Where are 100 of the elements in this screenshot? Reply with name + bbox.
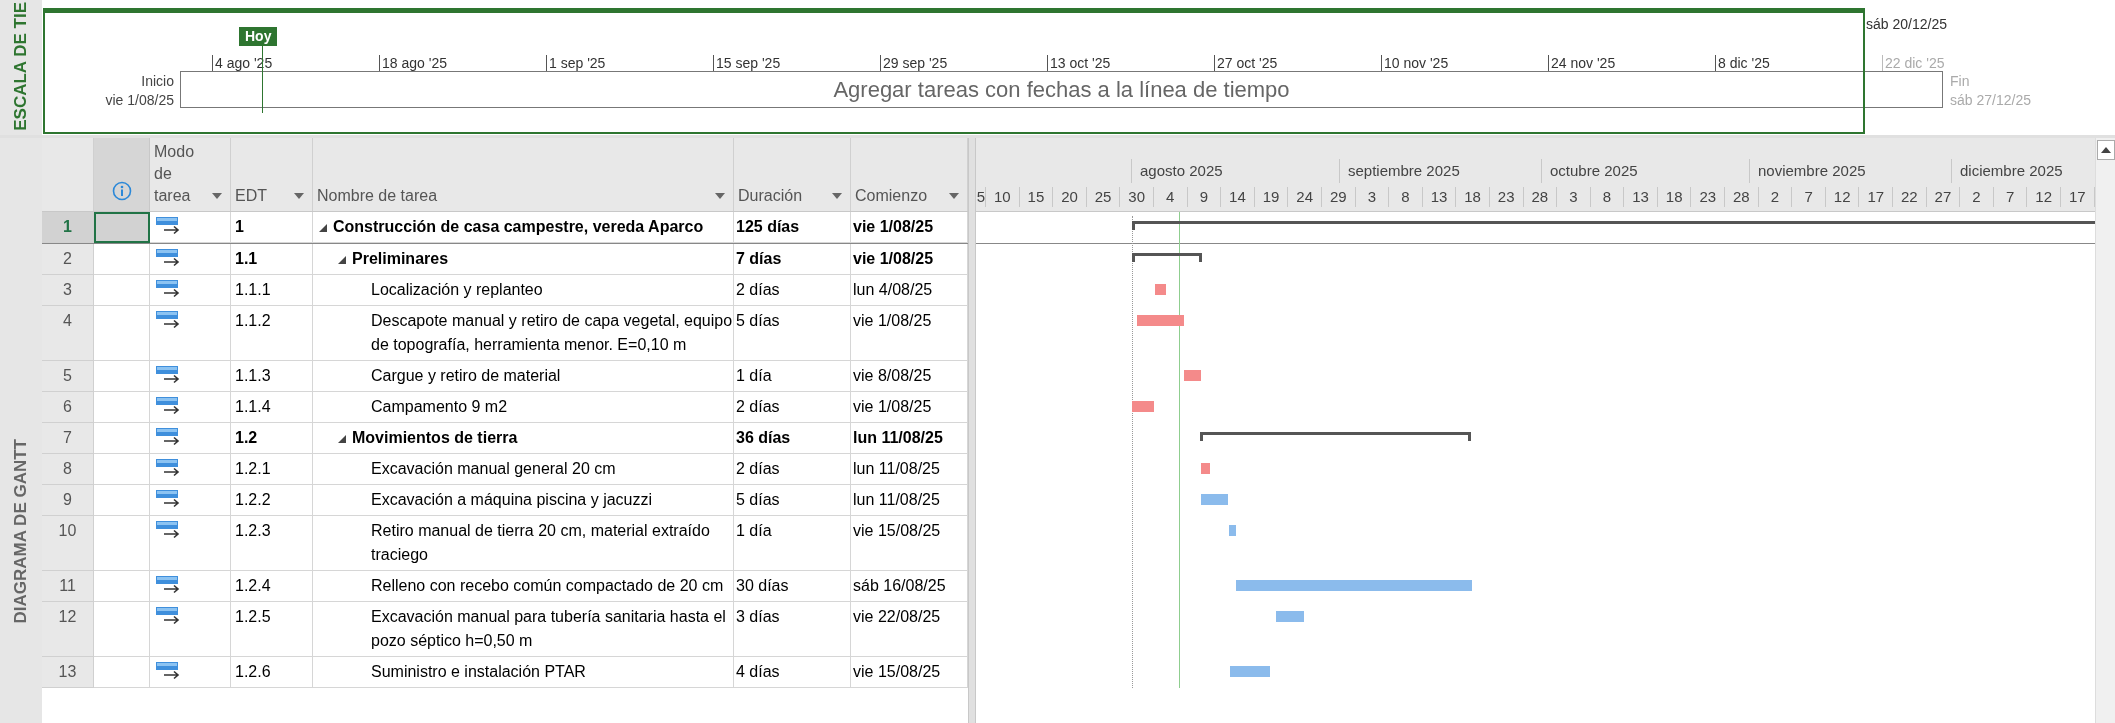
- month-label: diciembre 2025: [1960, 160, 2063, 181]
- task-wbs: 1.2.2: [235, 491, 271, 508]
- vertical-scrollbar[interactable]: [2095, 138, 2115, 723]
- day-label: 12: [1833, 186, 1851, 207]
- task-mode-icon: [156, 365, 182, 385]
- collapse-icon[interactable]: [338, 435, 346, 443]
- collapse-icon[interactable]: [319, 224, 327, 232]
- task-wbs: 1.1.3: [235, 367, 271, 384]
- month-label: octubre 2025: [1550, 160, 1638, 181]
- pane-splitter[interactable]: [968, 138, 976, 723]
- month-label: agosto 2025: [1140, 160, 1223, 181]
- task-name: Campamento 9 m2: [371, 397, 508, 417]
- view-end-date: sáb 20/12/25: [1866, 15, 1947, 34]
- column-header[interactable]: Duración: [734, 138, 851, 211]
- caret-icon: [949, 193, 959, 199]
- row-number[interactable]: 5: [42, 361, 94, 392]
- task-duration: 125 días: [736, 218, 800, 235]
- row-number[interactable]: 9: [42, 485, 94, 516]
- side-label: DIAGRAMA DE GANTT: [10, 438, 32, 623]
- timeline-bar[interactable]: Agregar tareas con fechas a la línea de tiempo: [180, 71, 1943, 108]
- column-header[interactable]: EDT: [231, 138, 313, 211]
- task-bar[interactable]: [1155, 284, 1166, 295]
- timeline-tick-label: 22 dic '25: [1885, 53, 1945, 73]
- timeline-tick-label: 24 nov '25: [1551, 53, 1616, 73]
- day-label: 25: [1094, 186, 1112, 207]
- row-number[interactable]: 4: [42, 306, 94, 361]
- timeline-tick-label: 29 sep '25: [883, 53, 948, 73]
- task-start: vie 1/08/25: [853, 312, 932, 329]
- column-header[interactable]: Modo de tarea: [150, 138, 231, 211]
- task-wbs: 1.1.4: [235, 398, 271, 415]
- task-name: Excavación manual general 20 cm: [371, 459, 616, 479]
- task-name: Retiro manual de tierra 20 cm, material extraído traciego: [371, 521, 711, 565]
- row-number[interactable]: 1: [42, 212, 94, 243]
- row-number[interactable]: 13: [42, 657, 94, 688]
- task-mode-icon: [156, 216, 182, 236]
- day-label: 3: [1367, 186, 1376, 207]
- month-label: septiembre 2025: [1348, 160, 1460, 181]
- caret-icon: [832, 193, 842, 199]
- task-mode-icon: [156, 279, 182, 299]
- row-number[interactable]: 8: [42, 454, 94, 485]
- row-number[interactable]: 6: [42, 392, 94, 423]
- task-bar[interactable]: [1184, 370, 1201, 381]
- task-wbs: 1.1.2: [235, 312, 271, 329]
- scroll-up-icon[interactable]: [2096, 140, 2115, 160]
- selected-cell[interactable]: [94, 212, 150, 243]
- day-label: 19: [1262, 186, 1280, 207]
- summary-bar[interactable]: [1132, 221, 2095, 230]
- task-bar[interactable]: [1229, 525, 1236, 536]
- day-label: 10: [993, 186, 1011, 207]
- task-bar[interactable]: [1132, 401, 1154, 412]
- task-bar[interactable]: [1201, 463, 1210, 474]
- task-duration: 36 días: [736, 429, 791, 446]
- timeline-tick-label: 27 oct '25: [1217, 53, 1278, 73]
- task-name: Localización y replanteo: [371, 280, 543, 300]
- task-bar[interactable]: [1137, 315, 1184, 326]
- day-label: 5: [976, 186, 985, 207]
- task-bar[interactable]: [1276, 611, 1304, 622]
- row-number[interactable]: 7: [42, 423, 94, 454]
- task-bar[interactable]: [1201, 494, 1228, 505]
- column-header[interactable]: Nombre de tarea: [313, 138, 734, 211]
- timeline-tick-label: 18 ago '25: [382, 53, 447, 73]
- task-bar[interactable]: [1236, 580, 1472, 591]
- task-mode-icon: [156, 310, 182, 330]
- month-label: noviembre 2025: [1758, 160, 1866, 181]
- caret-icon: [715, 193, 725, 199]
- task-name: Preliminares: [352, 249, 449, 269]
- column-header[interactable]: Comienzo: [851, 138, 968, 211]
- day-label: 4: [1166, 186, 1175, 207]
- summary-bar[interactable]: [1132, 253, 1202, 262]
- task-start: lun 11/08/25: [853, 429, 943, 446]
- row-number[interactable]: 11: [42, 571, 94, 602]
- day-label: 2: [1770, 186, 1780, 207]
- task-duration: 7 días: [736, 250, 782, 267]
- task-duration: 4 días: [736, 663, 780, 680]
- day-label: 2: [1972, 186, 1981, 207]
- task-wbs: 1.1: [235, 250, 258, 267]
- task-name: Excavación manual para tubería sanitaria hasta el pozo séptico h=0,50 m: [371, 607, 727, 651]
- day-label: 24: [1296, 186, 1313, 207]
- task-start: vie 22/08/25: [853, 608, 941, 625]
- task-start: lun 4/08/25: [853, 281, 933, 298]
- row-number[interactable]: 10: [42, 516, 94, 571]
- row-number[interactable]: 3: [42, 275, 94, 306]
- day-label: 8: [1602, 186, 1612, 207]
- timeline-tick-label: 13 oct '25: [1050, 53, 1111, 73]
- day-label: 23: [1497, 186, 1515, 207]
- task-wbs: 1.2: [235, 429, 258, 446]
- day-label: 15: [1027, 186, 1045, 207]
- timeline-tick-label: 8 dic '25: [1718, 53, 1770, 73]
- task-duration: 1 día: [736, 522, 772, 539]
- summary-bar[interactable]: [1200, 432, 1471, 441]
- row-number[interactable]: 2: [42, 244, 94, 275]
- collapse-icon[interactable]: [338, 256, 346, 264]
- task-start: vie 1/08/25: [853, 218, 934, 235]
- task-duration: 5 días: [736, 312, 780, 329]
- task-wbs: 1.2.1: [235, 460, 271, 477]
- row-number[interactable]: 12: [42, 602, 94, 657]
- task-bar[interactable]: [1230, 666, 1270, 677]
- task-duration: 1 día: [736, 367, 772, 384]
- day-label: 23: [1699, 186, 1717, 207]
- task-mode-icon: [156, 606, 182, 626]
